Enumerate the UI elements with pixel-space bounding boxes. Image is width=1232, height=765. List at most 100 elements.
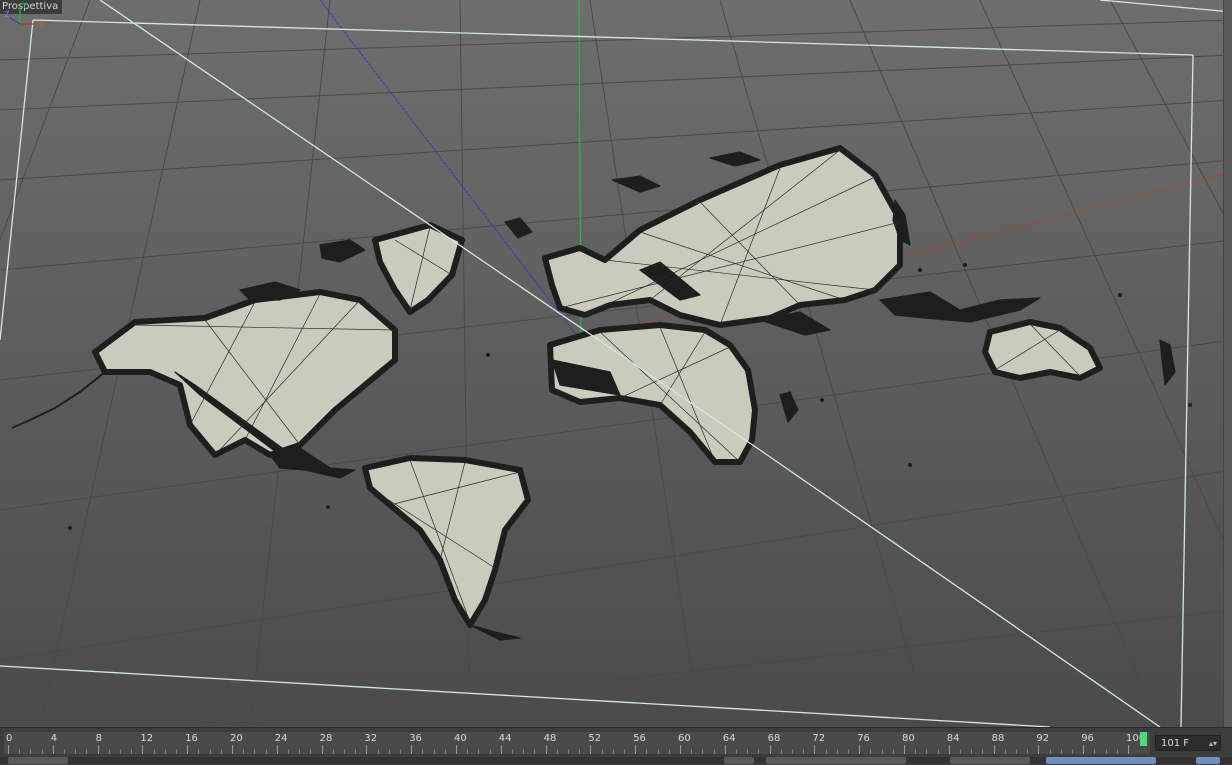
timeline-major-tick xyxy=(187,745,189,754)
timeline-tick-label: 20 xyxy=(230,733,243,744)
timeline-minor-tick xyxy=(579,749,581,754)
timeline-minor-tick xyxy=(332,749,334,754)
timeline-tick-label: 24 xyxy=(274,733,288,744)
axis-z-label: Z xyxy=(4,10,10,19)
timeline-major-tick xyxy=(97,745,99,754)
timeline-major-tick xyxy=(635,745,637,754)
viewport-canvas[interactable] xyxy=(0,0,1232,727)
timeline-minor-tick xyxy=(881,749,883,754)
timeline-tick-label: 84 xyxy=(946,733,960,744)
timeline-tick-label: 64 xyxy=(722,733,736,744)
timeline-minor-tick xyxy=(803,749,805,754)
timeline-minor-tick xyxy=(131,749,133,754)
timeline-minor-tick xyxy=(1016,749,1017,754)
toolbar-button[interactable] xyxy=(1196,757,1220,764)
timeline-major-tick xyxy=(814,745,816,754)
timeline-minor-tick xyxy=(792,749,793,754)
timeline-minor-tick xyxy=(310,749,312,754)
timeline-minor-tick xyxy=(243,749,245,754)
playhead-marker[interactable] xyxy=(1140,732,1147,746)
timeline-minor-tick xyxy=(870,749,872,754)
timeline-minor-tick xyxy=(512,749,513,754)
timeline-minor-tick xyxy=(220,749,222,754)
timeline-tick-label: 56 xyxy=(633,733,646,744)
timeline-minor-tick xyxy=(467,749,469,754)
timeline-tick-label: 36 xyxy=(409,733,422,744)
toolbar-button[interactable] xyxy=(766,757,906,764)
timeline-minor-tick xyxy=(299,749,301,754)
timeline-minor-tick xyxy=(489,749,491,754)
timeline-tick-label: 80 xyxy=(902,733,915,744)
timeline-major-tick xyxy=(8,745,9,754)
timeline-tick-label: 8 xyxy=(95,733,102,744)
timeline-minor-tick xyxy=(422,749,424,754)
timeline-minor-tick xyxy=(30,749,32,754)
timeline-major-tick xyxy=(321,745,323,754)
timeline-minor-tick xyxy=(601,749,603,754)
timeline-minor-tick xyxy=(960,749,961,754)
current-frame-field[interactable]: 101 F ▴▾ xyxy=(1155,735,1221,751)
timeline-minor-tick xyxy=(702,749,704,754)
timeline-minor-tick xyxy=(848,749,849,754)
timeline-minor-tick xyxy=(1060,749,1062,754)
timeline-minor-tick xyxy=(937,749,939,754)
viewport-perspective[interactable]: Prospettiva Y Z X xyxy=(0,0,1232,727)
axis-y-label: Y xyxy=(21,1,27,10)
timeline-minor-tick xyxy=(400,749,401,754)
timeline-minor-tick xyxy=(836,749,838,754)
timeline-minor-tick xyxy=(982,749,984,754)
timeline-major-tick xyxy=(859,745,861,754)
timeline-tick-label: 76 xyxy=(857,733,870,744)
viewport-edge-scrollbar[interactable] xyxy=(1223,0,1232,727)
timeline-minor-tick xyxy=(523,749,525,754)
bottom-toolbar-strip xyxy=(0,757,1232,764)
timeline-tick-label: 96 xyxy=(1081,733,1094,744)
frame-spinner-icon[interactable]: ▴▾ xyxy=(1209,736,1217,752)
toolbar-button[interactable] xyxy=(724,757,754,764)
timeline-tick-label: 68 xyxy=(767,733,781,744)
timeline-major-tick xyxy=(1128,745,1129,754)
timeline-major-tick xyxy=(1083,745,1085,754)
timeline-minor-tick xyxy=(568,749,569,754)
timeline-minor-tick xyxy=(265,749,267,754)
timeline-minor-tick xyxy=(1072,749,1073,754)
timeline-minor-tick xyxy=(377,749,379,754)
africa xyxy=(547,322,758,465)
timeline-ruler[interactable]: 0 4 8 12 16 20 24 28 32 36 40 44 48 52 56 60 64 68 72 76 80 8… xyxy=(4,732,1150,754)
timeline-major-tick xyxy=(769,745,771,754)
toolbar-button[interactable] xyxy=(8,757,68,764)
timeline-major-tick xyxy=(276,745,278,754)
timeline-major-tick xyxy=(724,745,726,754)
toolbar-button[interactable] xyxy=(950,757,1030,764)
timeline-major-tick xyxy=(590,745,592,754)
timeline-major-tick xyxy=(545,745,547,754)
timeline-minor-tick xyxy=(198,749,200,754)
timeline-minor-tick xyxy=(164,749,166,754)
timeline-tick-label: 0 xyxy=(6,733,13,744)
timeline-minor-tick xyxy=(892,749,894,754)
australia xyxy=(982,319,1103,381)
timeline-major-tick xyxy=(904,745,905,754)
timeline-major-tick xyxy=(680,745,681,754)
timeline-minor-tick xyxy=(612,749,614,754)
timeline-minor-tick xyxy=(780,749,782,754)
timeline-minor-tick xyxy=(176,749,177,754)
axis-gizmo: Y Z X xyxy=(4,1,44,29)
timeline-minor-tick xyxy=(288,749,289,754)
timeline-tick-label: 52 xyxy=(588,733,602,744)
toolbar-button[interactable] xyxy=(1046,757,1156,764)
current-frame-value: 101 F xyxy=(1161,738,1190,749)
timeline-minor-tick xyxy=(657,749,659,754)
timeline-tick-label: 44 xyxy=(498,733,512,744)
timeline-minor-tick xyxy=(825,749,827,754)
timeline-major-tick xyxy=(500,745,502,754)
timeline-minor-tick xyxy=(971,749,973,754)
timeline-minor-tick xyxy=(355,749,357,754)
timeline-tick-label: 28 xyxy=(319,733,333,744)
timeline-major-tick xyxy=(411,745,413,754)
timeline-minor-tick xyxy=(153,749,155,754)
timeline-minor-tick xyxy=(1049,749,1051,754)
timeline-tick-label: 32 xyxy=(364,733,378,744)
timeline-minor-tick xyxy=(713,749,715,754)
timeline-minor-tick xyxy=(926,749,928,754)
